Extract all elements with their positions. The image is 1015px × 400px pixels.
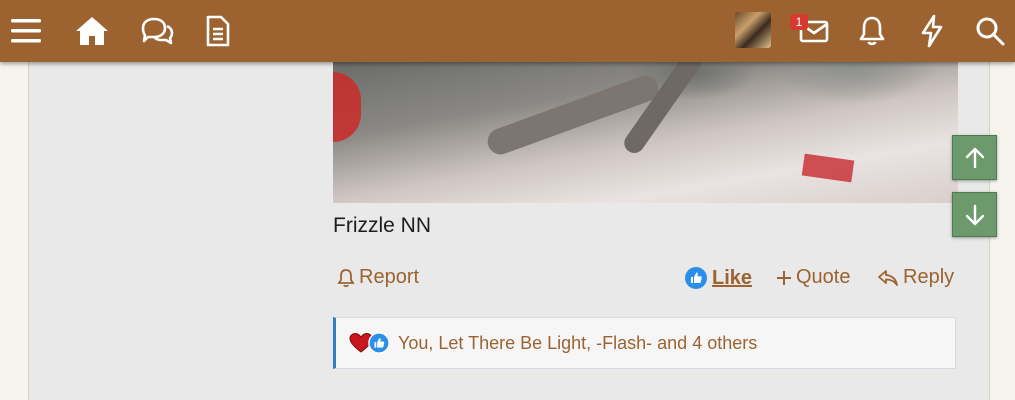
- reply-label: Reply: [903, 266, 955, 288]
- scroll-down-button[interactable]: [952, 192, 997, 237]
- home-icon[interactable]: [72, 11, 112, 51]
- like-button[interactable]: Like: [684, 266, 752, 290]
- search-icon[interactable]: [970, 11, 1010, 51]
- image-fabric-pattern: [333, 72, 361, 142]
- quote-label: Quote: [796, 266, 851, 288]
- reaction-icons[interactable]: [348, 331, 390, 355]
- document-icon[interactable]: [198, 11, 238, 51]
- bell-icon[interactable]: [852, 11, 892, 51]
- quote-button[interactable]: Quote: [776, 266, 850, 289]
- reactions-bar: You, Let There Be Light, -Flash- and 4 o…: [333, 317, 956, 369]
- thumbs-up-icon: [368, 332, 390, 354]
- reply-button[interactable]: Reply: [877, 266, 954, 289]
- chat-bubbles-icon[interactable]: [137, 11, 177, 51]
- report-button[interactable]: Report: [337, 266, 419, 289]
- reactions-text[interactable]: You, Let There Be Light, -Flash- and 4 o…: [398, 333, 757, 354]
- reply-arrow-icon: [878, 269, 898, 286]
- report-label: Report: [359, 266, 420, 288]
- lightning-icon[interactable]: [912, 11, 952, 51]
- bell-outline-icon: [337, 268, 355, 287]
- plus-icon: [777, 270, 791, 285]
- avatar[interactable]: [735, 12, 771, 48]
- post-image[interactable]: [333, 62, 958, 203]
- post-caption: Frizzle NN: [333, 214, 431, 237]
- image-fabric-pattern: [801, 153, 855, 183]
- scroll-up-button[interactable]: [952, 135, 997, 180]
- arrow-up-icon: [965, 147, 984, 168]
- image-chick-toe: [620, 62, 706, 157]
- arrow-down-icon: [965, 204, 984, 225]
- like-thumb-icon: [685, 267, 707, 289]
- inbox-badge: 1: [790, 14, 808, 30]
- like-label: Like: [712, 266, 753, 289]
- menu-icon[interactable]: [6, 11, 46, 51]
- top-navigation-bar: 1: [0, 0, 1015, 62]
